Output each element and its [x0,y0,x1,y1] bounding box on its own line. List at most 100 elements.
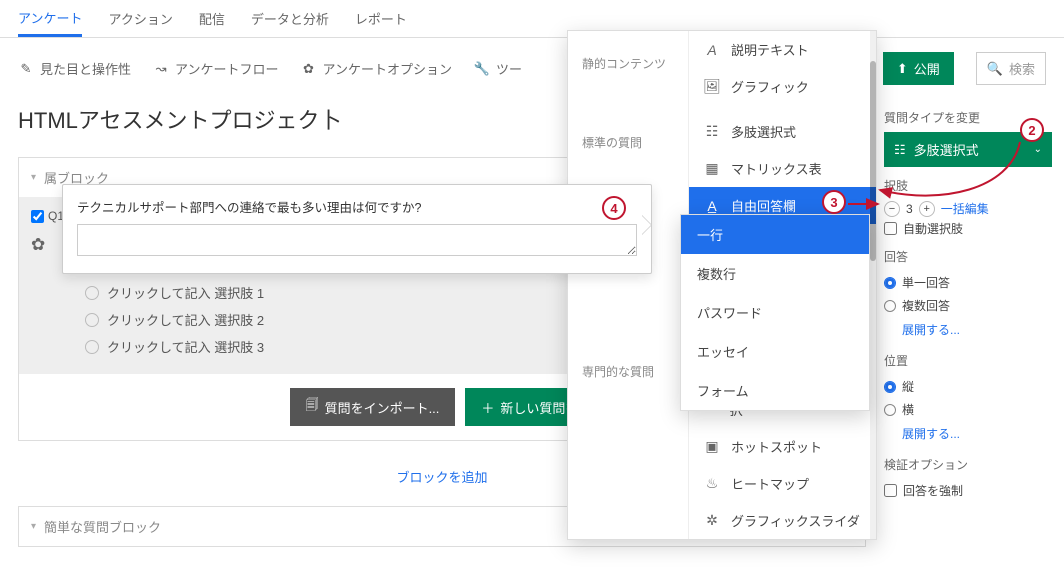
force-response-checkbox[interactable] [884,484,897,497]
flame-icon: ♨ [703,475,721,492]
force-response-label: 回答を強制 [903,482,963,499]
qtype-label: グラフィックスライダ [731,511,860,530]
search-input[interactable]: 🔍検索 [976,52,1046,85]
decrement-button[interactable]: − [884,201,900,217]
collapse-caret-icon: ▾ [31,172,36,183]
qtype-heatmap[interactable]: ♨ ヒートマップ [689,465,876,502]
multi-answer-label: 複数回答 [902,297,950,314]
auto-choice-label: 自動選択肢 [903,220,963,237]
qtype-label: マトリックス表 [731,159,822,178]
submenu-password[interactable]: パスワード [681,293,869,332]
radio-icon [884,277,896,289]
qtype-group-standard: 標準の質問 [568,128,688,157]
matrix-icon: ▦ [703,160,721,177]
qtype-matrix[interactable]: ▦ マトリックス表 [689,150,876,187]
tab-actions[interactable]: アクション [108,0,172,37]
qtype-hotspot[interactable]: ▣ ホットスポット [689,428,876,465]
validation-section-label: 検証オプション [884,456,1052,473]
horizontal-label: 横 [902,401,914,418]
question-checkbox-input[interactable] [31,210,44,223]
question-type-value: 多肢選択式 [914,140,979,159]
wrench-icon: 🔧 [474,61,490,77]
submenu-essay[interactable]: エッセイ [681,332,869,371]
search-icon: 🔍 [987,61,1003,77]
qtype-graphic-slider[interactable]: ✲ グラフィックスライダ [689,502,876,539]
hotspot-icon: ▣ [703,438,721,455]
plus-icon: ＋ [481,398,494,417]
tab-distribute[interactable]: 配信 [199,0,225,37]
qtype-label: 自由回答欄 [731,196,796,215]
qtype-multiple-choice[interactable]: ☷ 多肢選択式 [689,113,876,150]
question-text-label: テクニカルサポート部門への連絡で最も多い理由は何ですか? [77,197,637,216]
import-label: 質問をインポート... [325,398,440,417]
callout-4: 4 [602,196,626,220]
import-questions-button[interactable]: 🗐 質問をインポート... [290,388,456,426]
tab-reports[interactable]: レポート [355,0,407,37]
choice-label: クリックして記入 選択肢 3 [107,337,264,356]
answer-section-label: 回答 [884,248,1052,265]
toolbar: ✎ 見た目と操作性 ↝ アンケートフロー ✿ アンケートオプション 🔧 ツー ⬆ 公開 🔍… [0,38,1064,95]
qtype-group-static: 静的コンテンツ [568,49,688,78]
paintbrush-icon: ✎ [18,61,34,77]
tool-survey-flow[interactable]: ↝ アンケートフロー [153,59,278,78]
menu-scrollbar[interactable] [870,31,876,539]
qtype-graphic[interactable]: 🖼グラフィック [689,68,876,105]
single-answer-label: 単一回答 [902,274,950,291]
radio-icon [85,286,99,300]
slider-icon: ✲ [703,512,721,529]
qtype-label: ヒートマップ [731,474,809,493]
qtype-group-specialty: 専門的な質問 [568,357,688,386]
upload-icon: ⬆ [897,61,908,77]
text-icon: A [703,42,721,58]
bulk-edit-link[interactable]: 一括編集 [941,200,989,217]
qtype-label: ホットスポット [731,437,822,456]
gear-icon: ✿ [301,61,317,77]
tool-options-label: アンケートオプション [323,59,452,78]
radio-icon [85,313,99,327]
choice-label: クリックして記入 選択肢 1 [107,283,264,302]
tab-survey[interactable]: アンケート [18,0,82,37]
tool-tools[interactable]: 🔧 ツー [474,59,522,78]
vertical-label: 縦 [902,378,914,395]
submenu-multi-line[interactable]: 複数行 [681,254,869,293]
flow-icon: ↝ [153,61,169,77]
list-icon: ☷ [894,142,906,158]
position-vertical-row[interactable]: 縦 [884,375,1052,398]
submenu-single-line[interactable]: 一行 [681,215,869,254]
top-tabs: アンケート アクション 配信 データと分析 レポート [0,0,1064,38]
tool-options[interactable]: ✿ アンケートオプション [301,59,452,78]
callout-3: 3 [822,190,846,214]
qtype-label: 説明テキスト [731,40,809,59]
answer-single-row[interactable]: 単一回答 [884,271,1052,294]
tab-data[interactable]: データと分析 [251,0,329,37]
tool-look-feel-label: 見た目と操作性 [40,59,131,78]
callout-2: 2 [1020,118,1044,142]
submenu-form[interactable]: フォーム [681,371,869,410]
publish-button[interactable]: ⬆ 公開 [883,52,954,85]
image-icon: 🖼 [703,78,721,95]
collapse-caret-icon: ▾ [31,521,36,532]
publish-label: 公開 [914,59,940,78]
chevron-down-icon: ⌄ [1034,144,1042,155]
mc-icon: ☷ [703,123,721,140]
block-header-label: 簡単な質問ブロック [44,517,161,536]
position-section-label: 位置 [884,352,1052,369]
question-text-input[interactable] [77,224,637,256]
text-entry-submenu: 一行 複数行 パスワード エッセイ フォーム [680,214,870,411]
copy-icon: 🗐 [306,396,319,418]
position-horizontal-row[interactable]: 横 [884,398,1052,421]
qtype-label: 多肢選択式 [731,122,796,141]
tool-survey-flow-label: アンケートフロー [175,59,278,78]
choice-count-stepper: − 3 + 一括編集 [884,200,1052,217]
tool-look-feel[interactable]: ✎ 見た目と操作性 [18,59,131,78]
tool-tools-label: ツー [496,59,522,78]
radio-icon [884,404,896,416]
qtype-descriptive-text[interactable]: A 説明テキスト [689,31,876,68]
radio-icon [884,381,896,393]
increment-button[interactable]: + [919,201,935,217]
expand-answer-link[interactable]: 展開する... [884,317,1052,348]
auto-choice-checkbox[interactable] [884,222,897,235]
expand-position-link[interactable]: 展開する... [884,421,1052,452]
text-entry-icon: A̲ [703,198,721,214]
answer-multi-row[interactable]: 複数回答 [884,294,1052,317]
